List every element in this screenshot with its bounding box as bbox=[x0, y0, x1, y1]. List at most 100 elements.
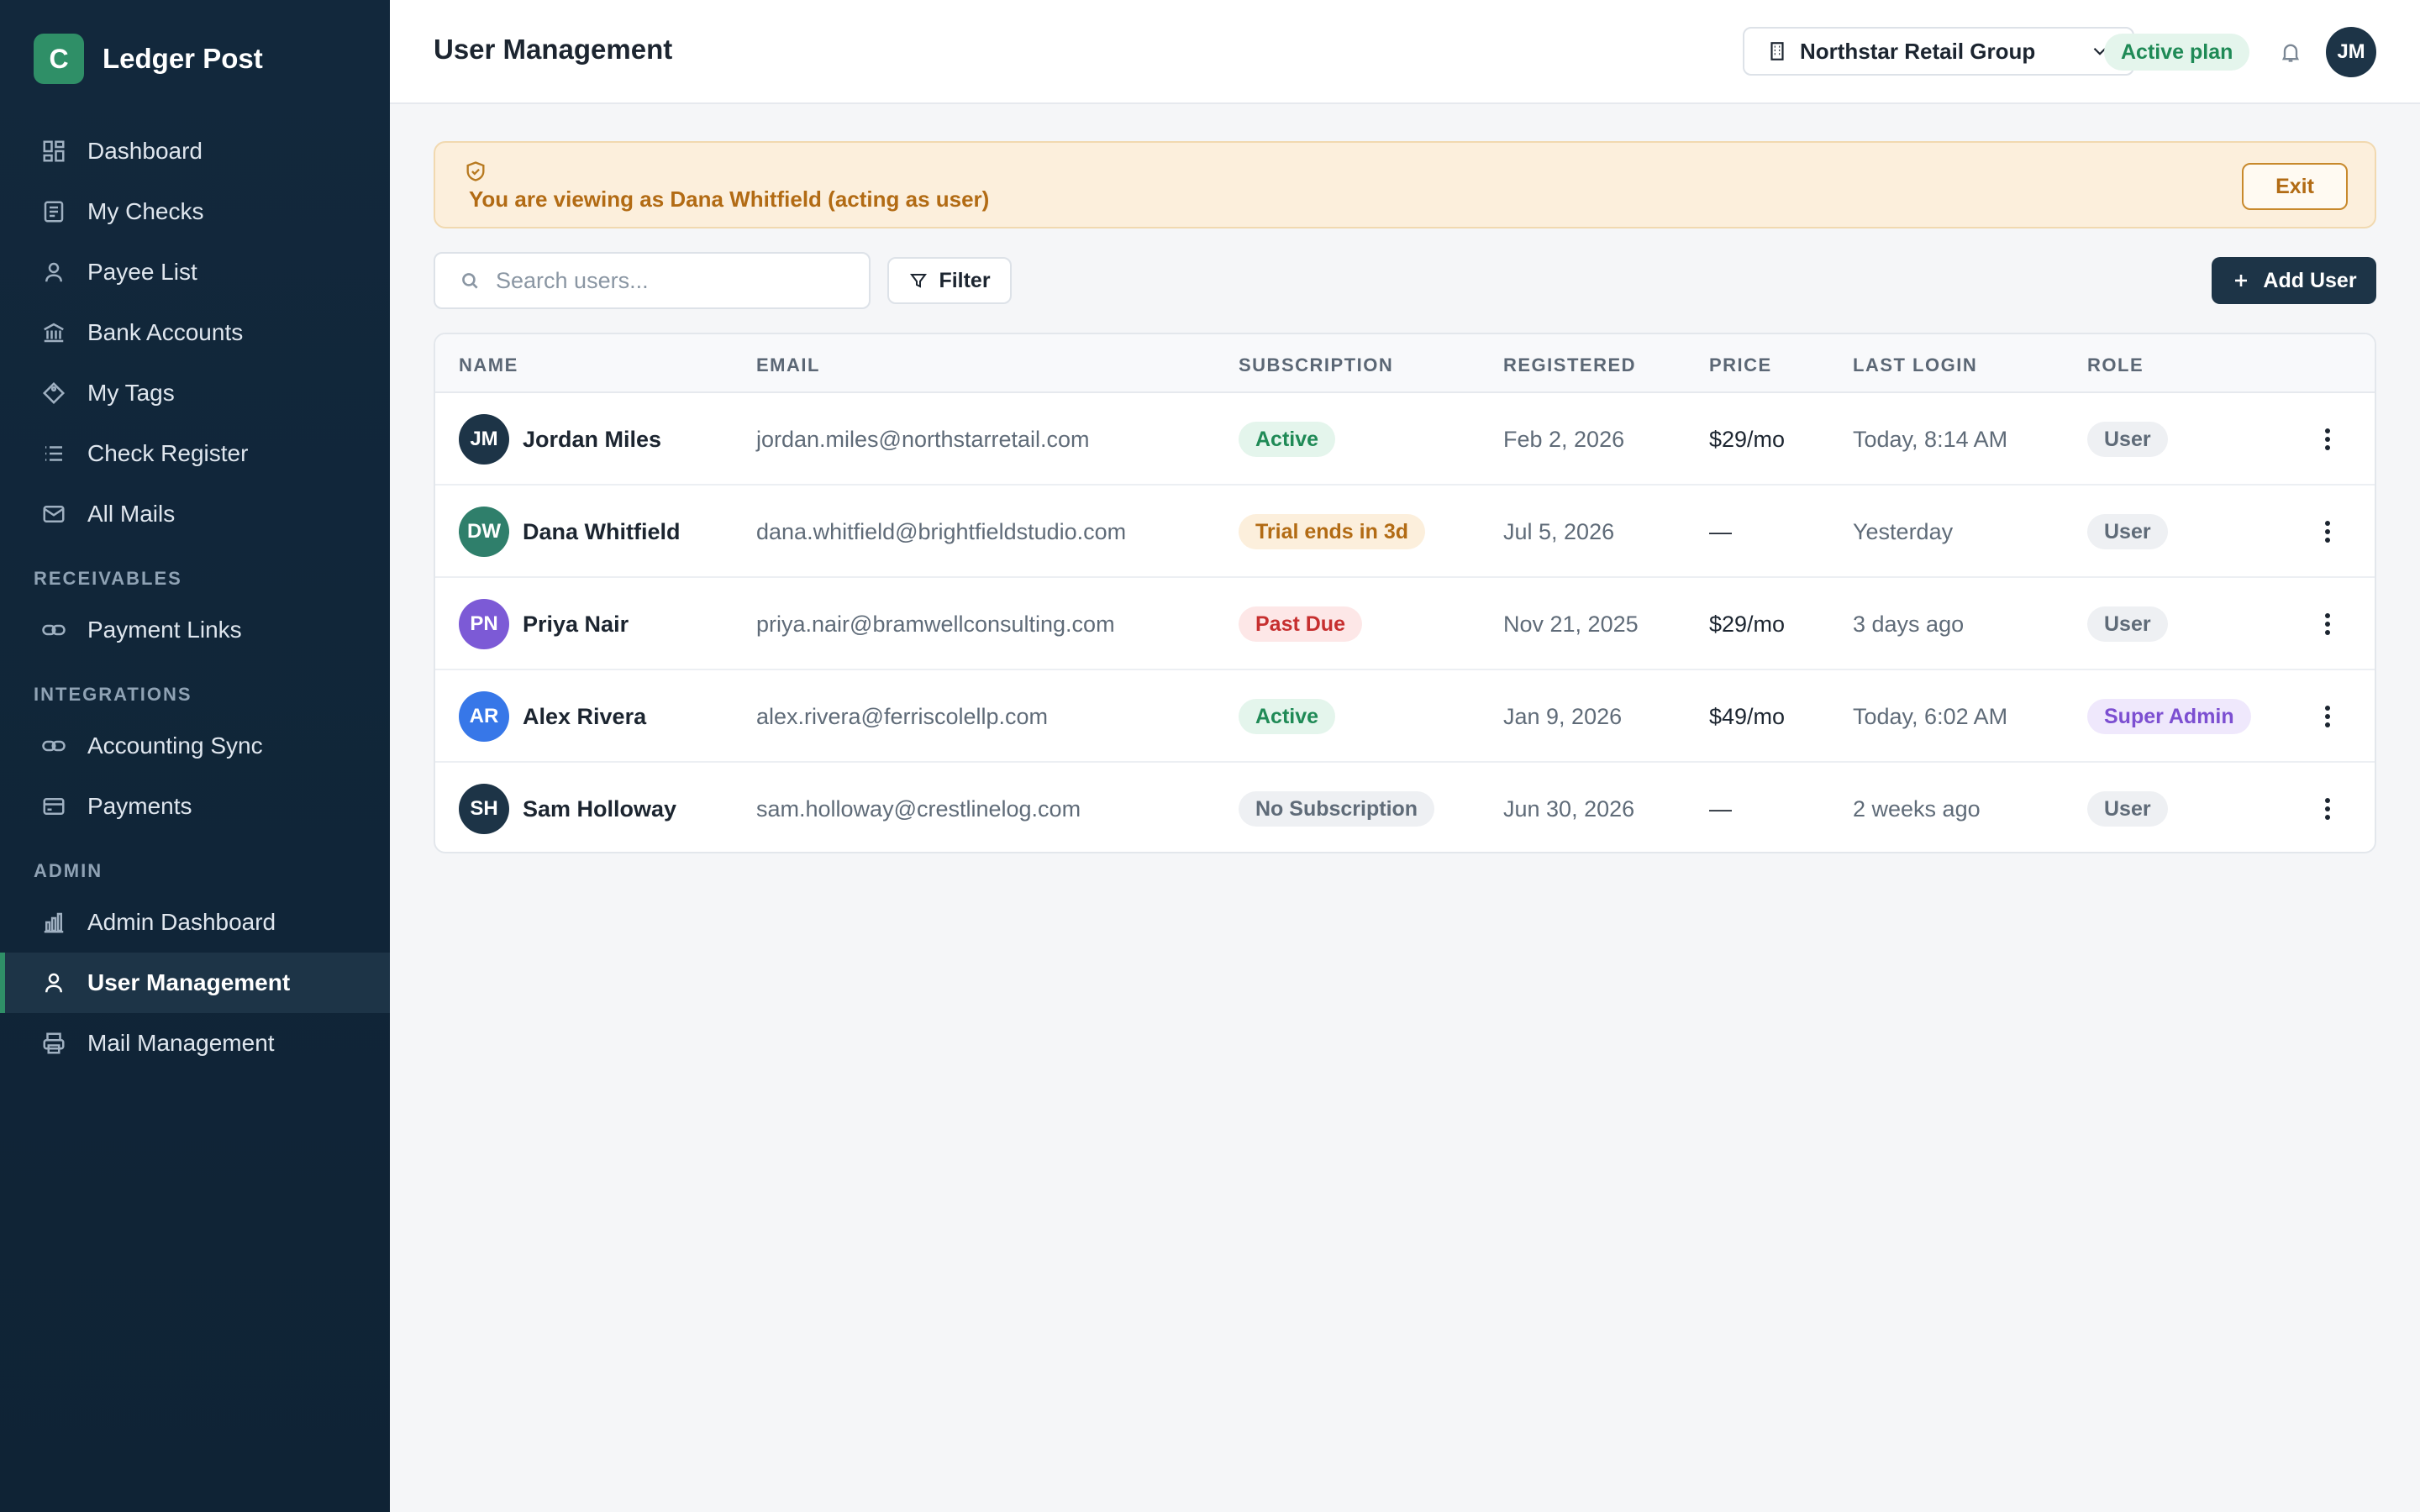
sidebar-item-check-register[interactable]: Check Register bbox=[0, 423, 390, 484]
sidebar-item-user-management[interactable]: User Management bbox=[0, 953, 390, 1013]
column-header[interactable]: LAST LOGIN bbox=[1853, 354, 1977, 376]
actions-cell bbox=[2311, 670, 2344, 763]
column-header[interactable]: REGISTERED bbox=[1503, 354, 1636, 376]
user-name[interactable]: Priya Nair bbox=[523, 612, 629, 638]
table-row[interactable]: JM Jordan Miles jordan.miles@northstarre… bbox=[435, 393, 2375, 486]
bank-icon bbox=[40, 319, 67, 346]
last-login-cell: Today, 8:14 AM bbox=[1853, 426, 2008, 452]
table-row[interactable]: PN Priya Nair priya.nair@bramwellconsult… bbox=[435, 578, 2375, 670]
table-row[interactable]: AR Alex Rivera alex.rivera@ferriscolellp… bbox=[435, 670, 2375, 763]
column-header[interactable]: NAME bbox=[459, 354, 518, 376]
registered-cell: Nov 21, 2025 bbox=[1503, 611, 1639, 637]
avatar: JM bbox=[459, 414, 509, 465]
registered-cell: Feb 2, 2026 bbox=[1503, 426, 1625, 452]
plus-icon bbox=[2235, 275, 2248, 286]
sidebar-item-label: Mail Management bbox=[87, 1030, 275, 1056]
subscription-badge: Past Due bbox=[1239, 606, 1362, 642]
sidebar-item-payee-list[interactable]: Payee List bbox=[0, 242, 390, 302]
user-icon bbox=[40, 259, 67, 286]
price-cell: $29/mo bbox=[1709, 611, 1786, 637]
user-name[interactable]: Dana Whitfield bbox=[523, 519, 681, 545]
sidebar-item-mail-management[interactable]: Mail Management bbox=[0, 1013, 390, 1074]
section-label-receivables: RECEIVABLES bbox=[34, 568, 182, 589]
name-cell: DW Dana Whitfield bbox=[459, 486, 681, 578]
column-header[interactable]: EMAIL bbox=[756, 354, 820, 376]
subscription-badge: Active bbox=[1239, 699, 1336, 734]
org-name: Northstar Retail Group bbox=[1800, 38, 2036, 64]
sidebar-item-label: Check Register bbox=[87, 440, 249, 466]
sidebar-item-label: Payment Links bbox=[87, 617, 242, 643]
column-header[interactable]: SUBSCRIPTION bbox=[1239, 354, 1393, 376]
sidebar: C Ledger Post Dashboard My Checks Payee … bbox=[0, 0, 390, 1512]
section-label-integrations: INTEGRATIONS bbox=[34, 684, 192, 705]
subscription-cell: Past Due bbox=[1239, 578, 1362, 670]
role-badge: User bbox=[2087, 606, 2168, 642]
user-name[interactable]: Jordan Miles bbox=[523, 427, 661, 453]
add-user-label: Add User bbox=[2263, 268, 2357, 292]
role-cell: User bbox=[2087, 578, 2168, 670]
more-vertical-icon[interactable] bbox=[2311, 423, 2344, 456]
sidebar-item-label: Payee List bbox=[87, 259, 197, 285]
registered-cell: Jul 5, 2026 bbox=[1503, 518, 1615, 544]
shield-check-icon bbox=[464, 160, 487, 183]
sidebar-item-accounting-sync[interactable]: Accounting Sync bbox=[0, 716, 390, 776]
more-vertical-icon[interactable] bbox=[2311, 515, 2344, 549]
user-avatar[interactable]: JM bbox=[2326, 27, 2376, 77]
price-cell: $49/mo bbox=[1709, 703, 1786, 729]
table-row[interactable]: DW Dana Whitfield dana.whitfield@brightf… bbox=[435, 486, 2375, 578]
column-header[interactable]: PRICE bbox=[1709, 354, 1772, 376]
sidebar-item-label: Admin Dashboard bbox=[87, 909, 276, 935]
name-cell: JM Jordan Miles bbox=[459, 393, 661, 486]
table-row[interactable]: SH Sam Holloway sam.holloway@crestlinelo… bbox=[435, 763, 2375, 852]
name-cell: AR Alex Rivera bbox=[459, 670, 646, 763]
brand[interactable]: C Ledger Post bbox=[34, 34, 263, 84]
sidebar-item-label: All Mails bbox=[87, 501, 176, 527]
user-name[interactable]: Alex Rivera bbox=[523, 704, 646, 730]
actions-cell bbox=[2311, 578, 2344, 670]
sidebar-item-bank-accounts[interactable]: Bank Accounts bbox=[0, 302, 390, 363]
sidebar-item-payment-links[interactable]: Payment Links bbox=[0, 600, 390, 660]
exit-button[interactable]: Exit bbox=[2242, 163, 2348, 210]
email-cell: jordan.miles@northstarretail.com bbox=[756, 426, 1090, 452]
filter-button[interactable]: Filter bbox=[887, 257, 1012, 304]
user-name[interactable]: Sam Holloway bbox=[523, 796, 676, 822]
more-vertical-icon[interactable] bbox=[2311, 792, 2344, 826]
name-cell: SH Sam Holloway bbox=[459, 763, 676, 852]
impersonation-banner: You are viewing as Dana Whitfield (actin… bbox=[434, 141, 2376, 228]
role-cell: User bbox=[2087, 763, 2168, 852]
more-vertical-icon[interactable] bbox=[2311, 607, 2344, 641]
org-selector[interactable]: Northstar Retail Group bbox=[1743, 27, 2134, 76]
user-icon bbox=[40, 969, 67, 996]
sidebar-item-my-checks[interactable]: My Checks bbox=[0, 181, 390, 242]
subscription-badge: Active bbox=[1239, 422, 1336, 457]
link-icon bbox=[40, 732, 67, 759]
grid-icon bbox=[40, 138, 67, 165]
price-cell: — bbox=[1709, 795, 1732, 822]
search-box[interactable] bbox=[434, 252, 871, 309]
actions-cell bbox=[2311, 486, 2344, 578]
column-header[interactable]: ROLE bbox=[2087, 354, 2144, 376]
avatar: SH bbox=[459, 784, 509, 834]
table-header: NAME EMAIL SUBSCRIPTION REGISTERED PRICE… bbox=[435, 334, 2375, 393]
avatar: DW bbox=[459, 507, 509, 557]
subscription-cell: Trial ends in 3d bbox=[1239, 486, 1425, 578]
card-icon bbox=[40, 793, 67, 820]
sidebar-item-label: Payments bbox=[87, 793, 192, 819]
bell-icon[interactable] bbox=[2275, 37, 2306, 67]
sidebar-item-dashboard[interactable]: Dashboard bbox=[0, 121, 390, 181]
brand-logo: C bbox=[34, 34, 84, 84]
email-cell: priya.nair@bramwellconsulting.com bbox=[756, 611, 1115, 637]
registered-cell: Jun 30, 2026 bbox=[1503, 795, 1635, 822]
printer-icon bbox=[40, 1030, 67, 1057]
search-input[interactable] bbox=[496, 267, 849, 294]
registered-cell: Jan 9, 2026 bbox=[1503, 703, 1623, 729]
sidebar-item-my-tags[interactable]: My Tags bbox=[0, 363, 390, 423]
more-vertical-icon[interactable] bbox=[2311, 700, 2344, 733]
actions-cell bbox=[2311, 763, 2344, 852]
add-user-button[interactable]: Add User bbox=[2212, 257, 2376, 304]
subscription-cell: Active bbox=[1239, 393, 1336, 486]
sidebar-item-payments[interactable]: Payments bbox=[0, 776, 390, 837]
sidebar-item-all-mails[interactable]: All Mails bbox=[0, 484, 390, 544]
price-cell: $29/mo bbox=[1709, 426, 1786, 452]
sidebar-item-admin-dashboard[interactable]: Admin Dashboard bbox=[0, 892, 390, 953]
